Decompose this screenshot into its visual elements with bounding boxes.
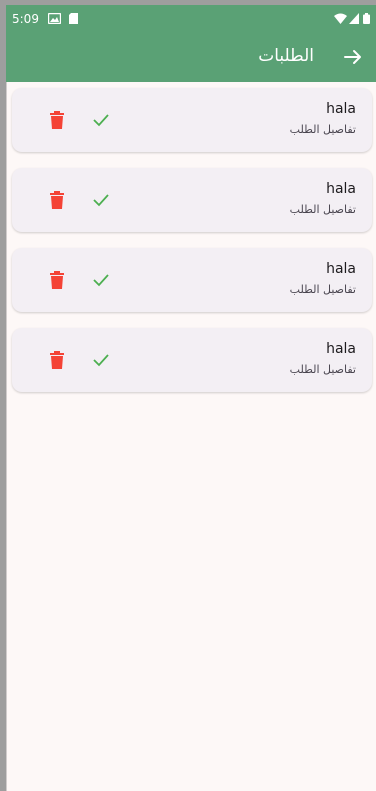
app-bar: الطلبات	[6, 32, 376, 82]
signal-icon	[349, 13, 359, 24]
order-details-label: تفاصيل الطلب	[289, 363, 356, 376]
sim-card-icon	[69, 13, 78, 24]
delete-icon[interactable]	[50, 111, 64, 129]
order-details-label: تفاصيل الطلب	[289, 203, 356, 216]
app-screen: 5:09 الطلبات hala تفاصيل الطلب hala تفاص…	[6, 5, 376, 791]
check-icon[interactable]	[92, 272, 110, 288]
screen-edge	[6, 5, 7, 791]
battery-icon	[363, 13, 370, 24]
order-details-label: تفاصيل الطلب	[289, 123, 356, 136]
status-time: 5:09	[12, 12, 39, 26]
order-name: hala	[326, 101, 356, 117]
order-name: hala	[326, 181, 356, 197]
check-icon[interactable]	[92, 112, 110, 128]
order-card[interactable]: hala تفاصيل الطلب	[12, 168, 372, 232]
delete-icon[interactable]	[50, 191, 64, 209]
order-details-label: تفاصيل الطلب	[289, 283, 356, 296]
page-title: الطلبات	[258, 46, 314, 66]
order-name: hala	[326, 341, 356, 357]
arrow-right-icon[interactable]	[342, 46, 364, 68]
wifi-icon	[334, 13, 347, 24]
delete-icon[interactable]	[50, 271, 64, 289]
check-icon[interactable]	[92, 352, 110, 368]
image-icon	[48, 13, 61, 24]
delete-icon[interactable]	[50, 351, 64, 369]
order-card[interactable]: hala تفاصيل الطلب	[12, 328, 372, 392]
check-icon[interactable]	[92, 192, 110, 208]
status-bar: 5:09	[6, 5, 376, 32]
order-name: hala	[326, 261, 356, 277]
order-card[interactable]: hala تفاصيل الطلب	[12, 88, 372, 152]
order-card[interactable]: hala تفاصيل الطلب	[12, 248, 372, 312]
